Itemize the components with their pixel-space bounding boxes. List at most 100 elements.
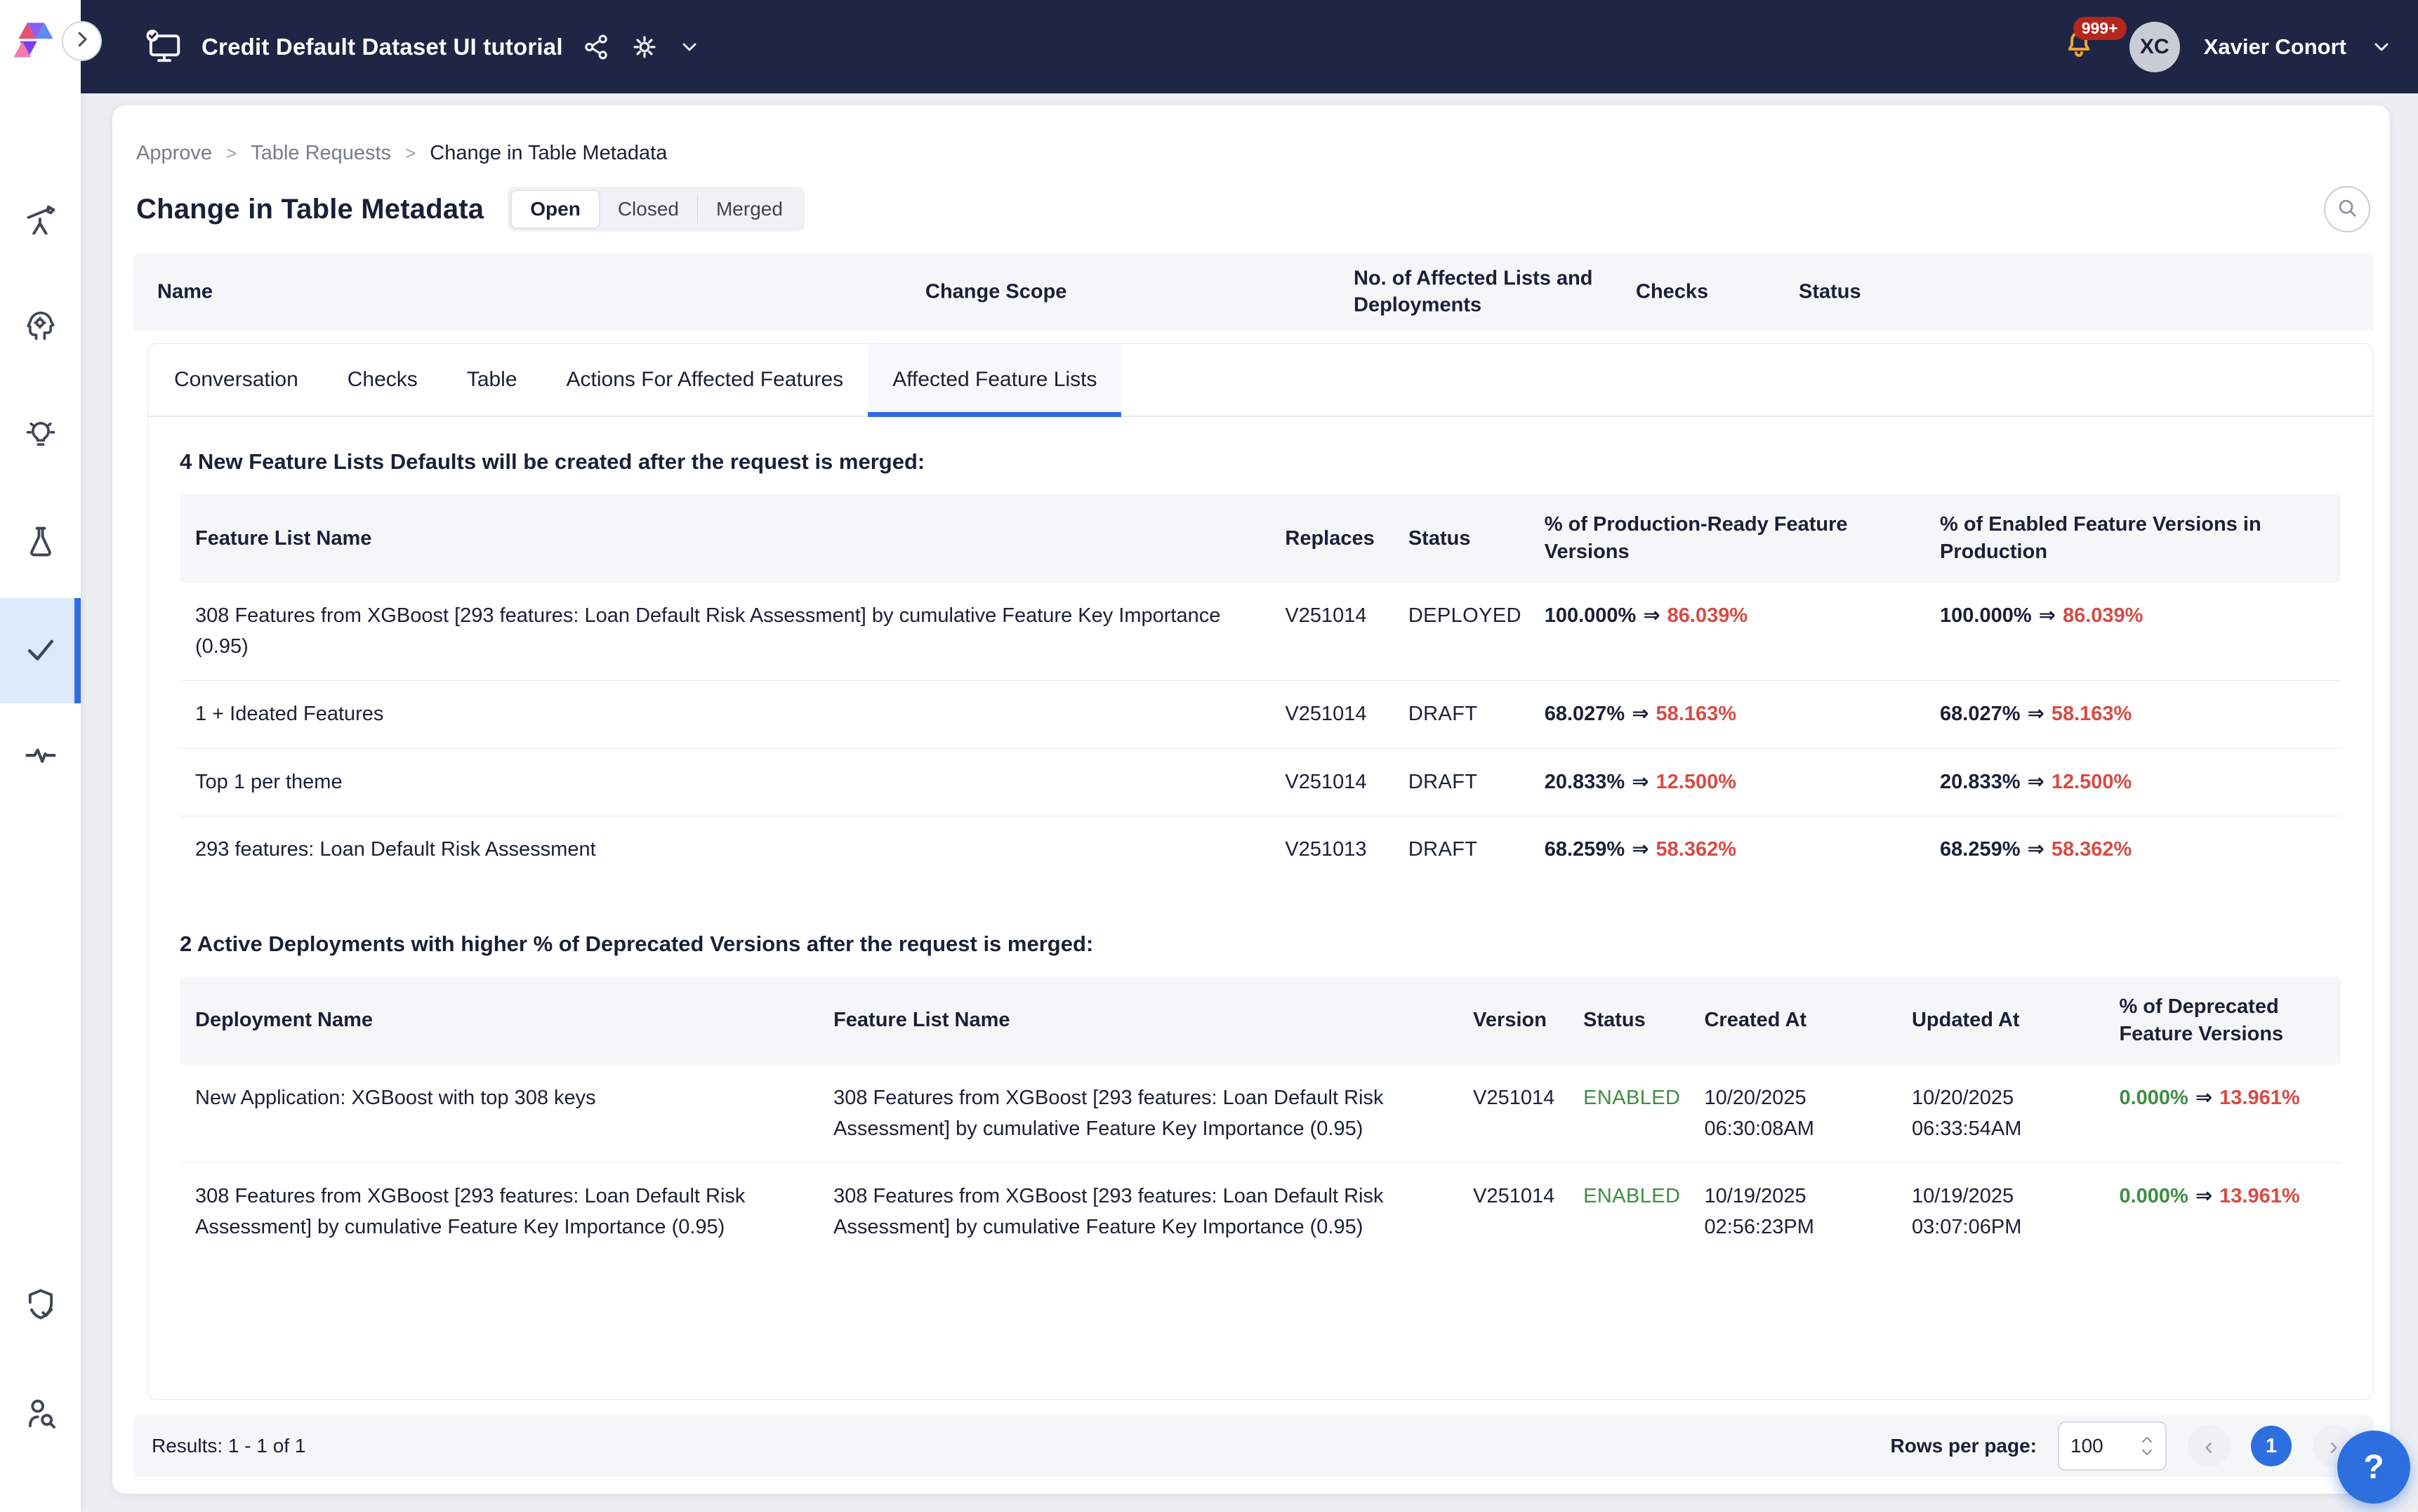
workspace-title: Credit Default Dataset UI tutorial — [202, 34, 563, 60]
deployments-heading: 2 Active Deployments with higher % of De… — [180, 931, 2341, 957]
breadcrumb-separator: > — [405, 142, 416, 164]
stepper-icon[interactable] — [2140, 1435, 2154, 1457]
created-at: 10/20/202506:30:08AM — [1690, 1065, 1897, 1163]
feature-lists-header-row: Feature List Name Replaces Status % of P… — [180, 494, 2341, 583]
filter-merged[interactable]: Merged — [698, 190, 801, 228]
sidebar-item-governance[interactable] — [0, 1253, 81, 1358]
activity-pulse-icon — [22, 736, 59, 776]
breadcrumb-current: Change in Table Metadata — [430, 142, 667, 165]
tab-conversation[interactable]: Conversation — [150, 344, 323, 416]
replaces-version: V251014 — [1271, 583, 1394, 681]
search-button[interactable] — [2324, 186, 2370, 232]
deprecated-change: 0.000%⇒13.961% — [2105, 1163, 2341, 1261]
tab-table[interactable]: Table — [442, 344, 542, 416]
breadcrumb-table-requests[interactable]: Table Requests — [251, 142, 391, 165]
approve-check-icon — [22, 630, 60, 672]
left-sidebar — [0, 93, 81, 1512]
col-enabled-pct: % of Enabled Feature Versions in Product… — [1926, 494, 2341, 583]
col-deprecated-pct: % of Deprecated Feature Versions — [2105, 976, 2341, 1065]
page-title: Change in Table Metadata — [136, 194, 484, 225]
sidebar-item-approve[interactable] — [0, 598, 81, 703]
table-row[interactable]: New Application: XGBoost with top 308 ke… — [180, 1065, 2341, 1163]
arrow-icon: ⇒ — [1636, 604, 1667, 627]
lightbulb-icon — [22, 416, 59, 456]
arrow-icon: ⇒ — [2188, 1087, 2219, 1109]
sidebar-item-monitor[interactable] — [0, 703, 81, 809]
column-header-change-scope: Change Scope — [925, 281, 1066, 304]
shield-check-icon — [22, 1286, 59, 1326]
prod-ready-change: 68.259%⇒58.362% — [1531, 816, 1926, 884]
table-row[interactable]: 293 features: Loan Default Risk Assessme… — [180, 816, 2341, 884]
notifications-button[interactable]: 999+ — [2062, 28, 2096, 65]
enabled-change: 20.833%⇒12.500% — [1926, 748, 2341, 816]
state-filter-group: Open Closed Merged — [508, 187, 805, 232]
detail-tab-bar: Conversation Checks Table Actions For Af… — [148, 344, 2372, 417]
rows-per-page-input[interactable] — [2070, 1435, 2127, 1457]
feature-list-name: 1 + Ideated Features — [180, 681, 1271, 749]
table-row[interactable]: 1 + Ideated Features V251014 DRAFT 68.02… — [180, 681, 2341, 749]
status-badge: DEPLOYED — [1408, 604, 1521, 627]
rows-per-page-label: Rows per page: — [1891, 1435, 2037, 1457]
col-created-at: Created At — [1690, 976, 1897, 1065]
deployment-name: New Application: XGBoost with top 308 ke… — [180, 1065, 819, 1163]
table-row[interactable]: Top 1 per theme V251014 DRAFT 20.833%⇒12… — [180, 748, 2341, 816]
share-icon[interactable] — [581, 32, 611, 62]
request-table-header: Name Change Scope No. of Affected Lists … — [133, 253, 2373, 331]
filter-open[interactable]: Open — [511, 190, 600, 228]
feature-list-name: 308 Features from XGBoost [293 features:… — [180, 583, 1271, 681]
sidebar-item-explore[interactable] — [0, 168, 81, 274]
settings-gear-icon[interactable] — [629, 32, 660, 62]
filter-closed[interactable]: Closed — [600, 190, 697, 228]
col-status: Status — [1394, 494, 1531, 583]
sidebar-item-user-search[interactable] — [0, 1362, 81, 1467]
current-page-button[interactable]: 1 — [2251, 1426, 2292, 1466]
chevron-right-icon: › — [2330, 1431, 2338, 1461]
table-row[interactable]: 308 Features from XGBoost [293 features:… — [180, 583, 2341, 681]
tab-affected-feature-lists[interactable]: Affected Feature Lists — [868, 344, 1121, 416]
previous-page-button[interactable]: ‹ — [2188, 1425, 2230, 1467]
flask-icon — [22, 523, 59, 563]
arrow-icon: ⇒ — [2032, 604, 2063, 627]
replaces-version: V251014 — [1271, 748, 1394, 816]
col-version: Version — [1459, 976, 1569, 1065]
col-prod-ready-pct: % of Production-Ready Feature Versions — [1531, 494, 1926, 583]
tab-checks[interactable]: Checks — [323, 344, 442, 416]
enabled-change: 68.027%⇒58.163% — [1926, 681, 2341, 749]
arrow-icon: ⇒ — [2021, 771, 2052, 793]
avatar[interactable]: XC — [2129, 22, 2180, 72]
updated-at: 10/19/202503:07:06PM — [1898, 1163, 2105, 1261]
enabled-change: 68.259%⇒58.362% — [1926, 816, 2341, 884]
top-bar: Credit Default Dataset UI tutorial — [81, 0, 2418, 93]
results-footer: Results: 1 - 1 of 1 Rows per page: ‹ 1 › — [133, 1415, 2373, 1477]
breadcrumb-approve[interactable]: Approve — [136, 142, 212, 165]
sidebar-item-ai[interactable] — [0, 274, 81, 379]
table-row[interactable]: 308 Features from XGBoost [293 features:… — [180, 1163, 2341, 1261]
request-detail-card: Approve > Table Requests > Change in Tab… — [112, 105, 2390, 1494]
feature-lists-table: Feature List Name Replaces Status % of P… — [180, 494, 2341, 884]
title-row: Change in Table Metadata Open Closed Mer… — [133, 165, 2373, 232]
chevron-right-icon — [72, 29, 93, 53]
col-updated-at: Updated At — [1898, 976, 2105, 1065]
arrow-icon: ⇒ — [1625, 703, 1656, 725]
arrow-icon: ⇒ — [2021, 703, 2052, 725]
tab-actions-for-affected-features[interactable]: Actions For Affected Features — [542, 344, 868, 416]
status-badge: DRAFT — [1408, 771, 1478, 793]
workspace-menu-chevron-icon[interactable] — [678, 36, 701, 58]
request-detail-panel: Conversation Checks Table Actions For Af… — [147, 343, 2373, 1400]
sidebar-item-experiment[interactable] — [0, 490, 81, 595]
deployments-table: Deployment Name Feature List Name Versio… — [180, 976, 2341, 1261]
sidebar-item-ideate[interactable] — [0, 383, 81, 488]
user-menu-chevron-icon[interactable] — [2370, 36, 2393, 58]
sidebar-expand-button[interactable] — [62, 21, 102, 61]
notifications-count-badge: 999+ — [2073, 17, 2127, 40]
deployment-name: 308 Features from XGBoost [293 features:… — [180, 1163, 819, 1261]
feature-list-name: Top 1 per theme — [180, 748, 1271, 816]
status-badge: DRAFT — [1408, 838, 1478, 861]
help-button[interactable]: ? — [2337, 1431, 2410, 1504]
person-search-icon — [22, 1395, 59, 1435]
feature-lists-heading: 4 New Feature Lists Defaults will be cre… — [180, 449, 2341, 475]
column-header-status: Status — [1799, 281, 1861, 304]
rows-per-page-control — [2058, 1421, 2167, 1471]
deployments-header-row: Deployment Name Feature List Name Versio… — [180, 976, 2341, 1065]
results-count: Results: 1 - 1 of 1 — [152, 1435, 305, 1457]
